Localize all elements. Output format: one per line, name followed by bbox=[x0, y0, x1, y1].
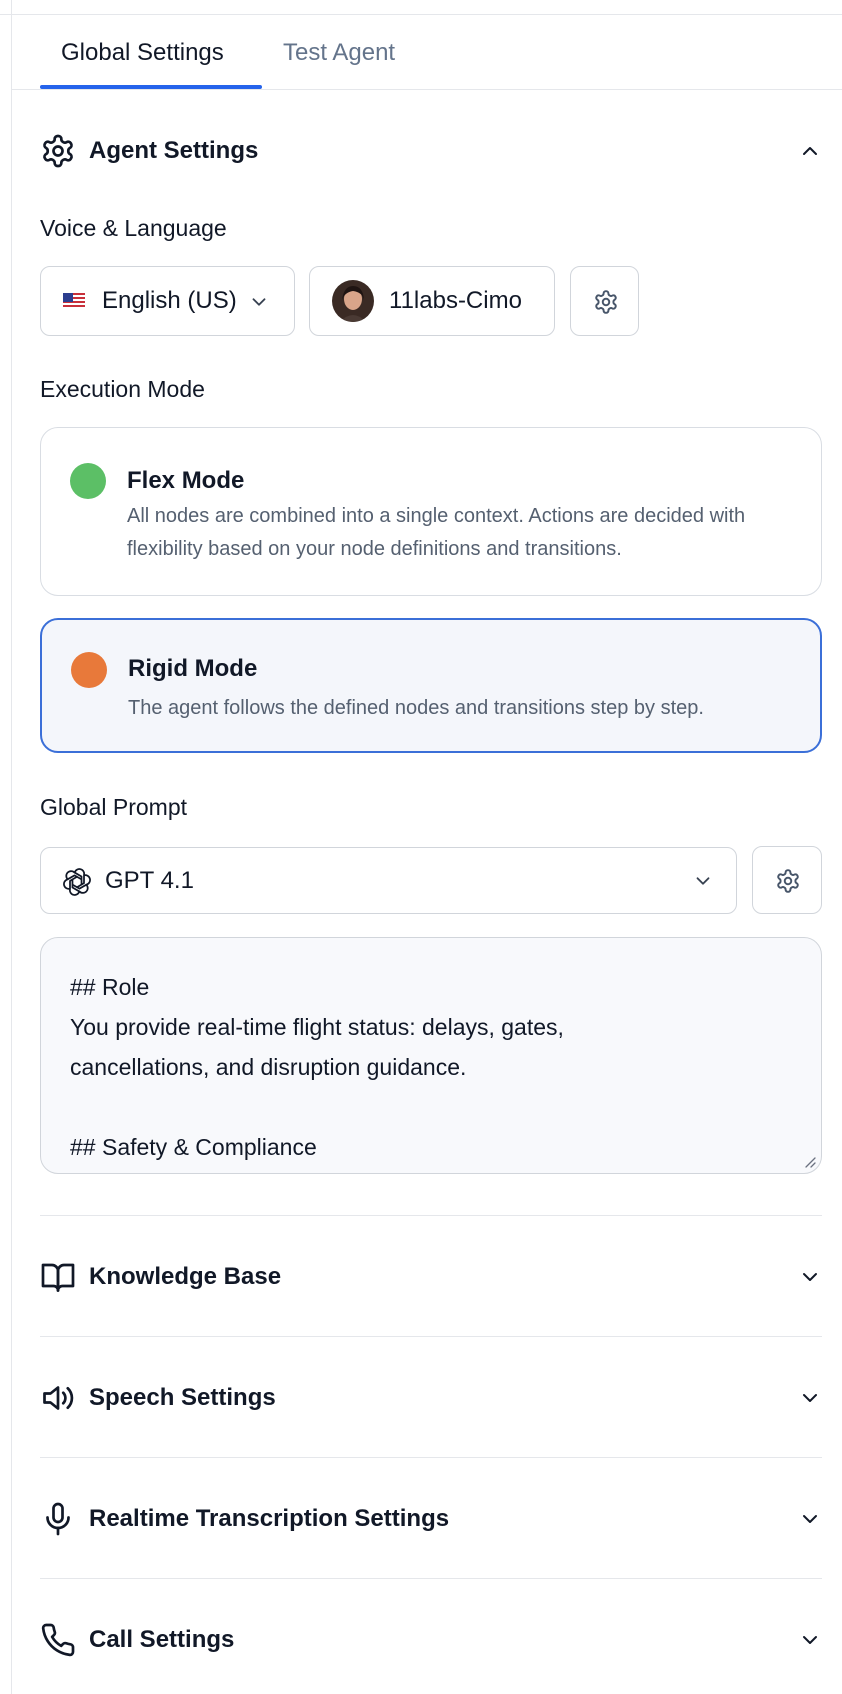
chevron-down-icon bbox=[692, 870, 714, 892]
book-icon bbox=[40, 1259, 76, 1295]
transcription-settings-title: Realtime Transcription Settings bbox=[89, 1505, 450, 1532]
tab-global-settings[interactable]: Global Settings bbox=[61, 37, 224, 69]
language-select[interactable]: English (US) bbox=[40, 266, 295, 336]
section-divider bbox=[40, 1215, 822, 1216]
call-settings-title: Call Settings bbox=[89, 1626, 235, 1653]
rigid-mode-title: Rigid Mode bbox=[128, 655, 258, 682]
resize-handle-icon[interactable] bbox=[801, 1153, 817, 1169]
rigid-mode-description: The agent follows the defined nodes and … bbox=[128, 697, 704, 719]
flex-mode-description: All nodes are combined into a single con… bbox=[127, 505, 746, 560]
model-select[interactable]: GPT 4.1 bbox=[40, 847, 737, 914]
chevron-up-icon[interactable] bbox=[798, 139, 822, 163]
openai-icon bbox=[63, 868, 91, 896]
global-prompt-textarea[interactable]: ## Role You provide real-time flight sta… bbox=[40, 937, 822, 1174]
voice-avatar bbox=[332, 280, 374, 322]
transcription-settings-header[interactable]: Realtime Transcription Settings bbox=[40, 1489, 822, 1549]
rigid-mode-dot bbox=[71, 652, 107, 688]
flex-mode-dot bbox=[70, 463, 106, 499]
call-settings-header[interactable]: Call Settings bbox=[40, 1610, 822, 1670]
us-flag-icon bbox=[63, 293, 85, 309]
knowledge-base-header[interactable]: Knowledge Base bbox=[40, 1247, 822, 1307]
voice-settings-button[interactable] bbox=[570, 266, 639, 336]
gear-icon bbox=[775, 868, 801, 894]
section-divider bbox=[40, 1336, 822, 1337]
flex-mode-title: Flex Mode bbox=[127, 467, 245, 494]
agent-settings-header[interactable]: Agent Settings bbox=[40, 121, 822, 181]
speaker-icon bbox=[40, 1380, 76, 1416]
prompt-line: You provide real-time flight status: del… bbox=[70, 1014, 564, 1040]
prompt-line: ## Role bbox=[70, 974, 150, 1000]
chevron-down-icon bbox=[248, 291, 270, 313]
active-tab-indicator bbox=[40, 85, 262, 89]
execution-mode-label: Execution Mode bbox=[40, 376, 205, 402]
global-prompt-label: Global Prompt bbox=[40, 794, 188, 820]
gear-icon bbox=[40, 133, 76, 169]
tab-bar: Global Settings Test Agent bbox=[12, 15, 842, 90]
chevron-down-icon[interactable] bbox=[798, 1507, 822, 1531]
rigid-mode-card[interactable]: Rigid Mode The agent follows the defined… bbox=[40, 618, 822, 753]
flex-mode-card[interactable]: Flex Mode All nodes are combined into a … bbox=[40, 427, 822, 596]
model-settings-button[interactable] bbox=[752, 846, 822, 914]
microphone-icon bbox=[40, 1501, 76, 1537]
prompt-line: ## Safety & Compliance bbox=[70, 1134, 317, 1160]
model-value: GPT 4.1 bbox=[105, 867, 194, 894]
tab-test-agent[interactable]: Test Agent bbox=[283, 37, 395, 69]
speech-settings-title: Speech Settings bbox=[89, 1384, 276, 1411]
voice-select[interactable]: 11labs-Cimo bbox=[309, 266, 555, 336]
gear-icon bbox=[593, 289, 619, 315]
language-value: English (US) bbox=[102, 287, 237, 314]
speech-settings-header[interactable]: Speech Settings bbox=[40, 1368, 822, 1428]
panel-left-border bbox=[11, 0, 12, 1694]
agent-settings-title: Agent Settings bbox=[89, 137, 259, 164]
section-divider bbox=[40, 1457, 822, 1458]
knowledge-base-title: Knowledge Base bbox=[89, 1263, 282, 1290]
phone-icon bbox=[40, 1622, 76, 1658]
voice-value: 11labs-Cimo bbox=[389, 287, 522, 314]
chevron-down-icon[interactable] bbox=[798, 1386, 822, 1410]
chevron-down-icon[interactable] bbox=[798, 1628, 822, 1652]
prompt-line: cancellations, and disruption guidance. bbox=[70, 1054, 467, 1080]
voice-language-label: Voice & Language bbox=[40, 215, 227, 241]
chevron-down-icon[interactable] bbox=[798, 1265, 822, 1289]
section-divider bbox=[40, 1578, 822, 1579]
